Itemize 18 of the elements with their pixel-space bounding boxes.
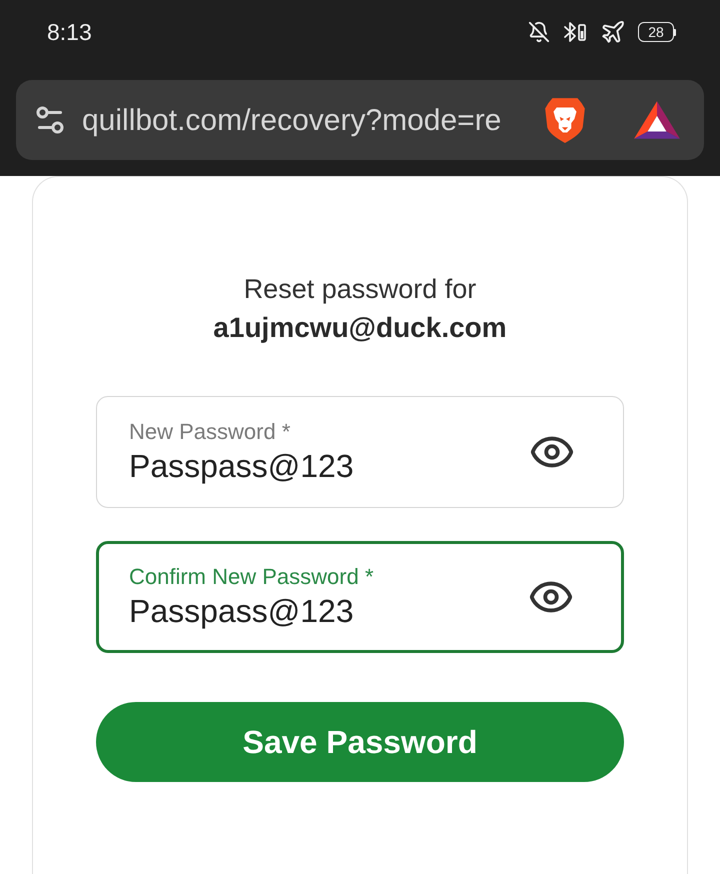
field-label: Confirm New Password *	[129, 563, 374, 591]
password-field[interactable]: Confirm New Password * Passpass@123	[96, 541, 624, 653]
account-email: a1ujmcwu@duck.com	[212, 311, 508, 345]
address-bar[interactable]: quillbot.com/recovery?mode=re	[16, 80, 704, 160]
reset-heading: Reset password for	[242, 273, 478, 306]
battery-indicator: 28	[638, 22, 676, 42]
triangle-logo-icon	[632, 99, 682, 141]
password-input[interactable]: Passpass@123	[129, 591, 429, 631]
bluetooth-icon	[562, 21, 588, 43]
password-field[interactable]: New Password * Passpass@123	[96, 396, 624, 508]
field-label: New Password *	[129, 418, 290, 446]
bell-off-icon	[528, 21, 550, 43]
lion-shield-icon	[544, 96, 586, 144]
status-time: 8:13	[47, 18, 92, 47]
password-input[interactable]: Passpass@123	[129, 446, 429, 486]
save-password-button[interactable]: Save Password	[96, 702, 624, 782]
url-text: quillbot.com/recovery?mode=re	[82, 102, 502, 138]
airplane-icon	[600, 19, 626, 45]
